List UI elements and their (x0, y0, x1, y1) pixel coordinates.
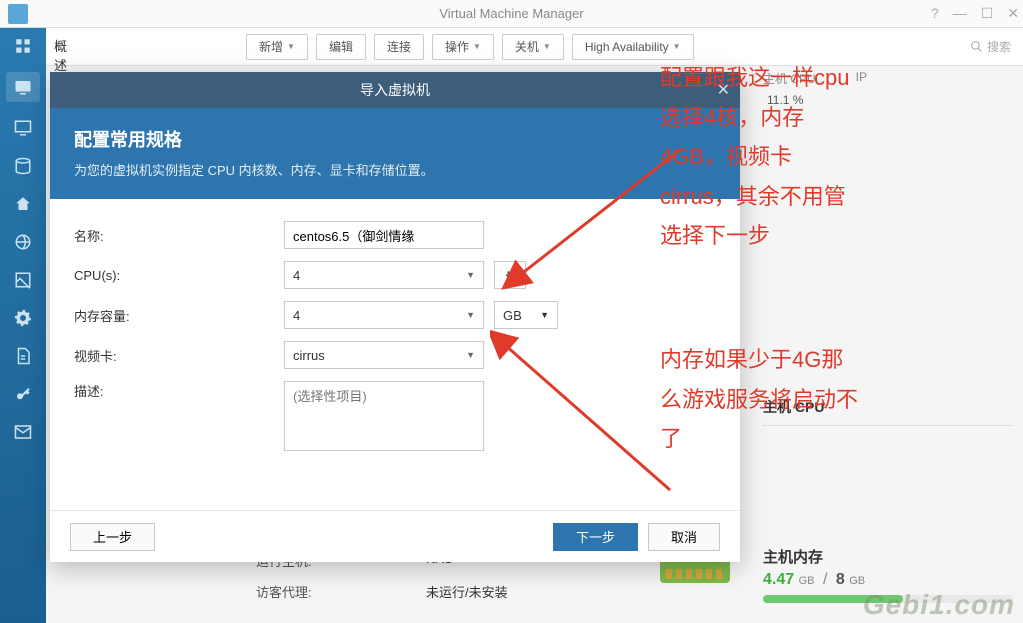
cpu-settings-button[interactable] (494, 261, 526, 289)
guest-agent-label: 访客代理: (256, 582, 426, 601)
divider (763, 425, 1013, 426)
cpu-select[interactable]: 4▼ (284, 261, 484, 289)
search-icon (970, 40, 983, 53)
cpu-percent: 11.1 % (767, 93, 1013, 107)
sidebar-network-icon[interactable] (11, 230, 35, 254)
memory-unit-select[interactable]: GB▼ (494, 301, 558, 329)
minimize-button[interactable]: — (953, 5, 967, 22)
right-info-pane: 主机 CPU IP 11.1 % 主机 CPU 主机内存 4.47 GB / 8… (763, 70, 1013, 603)
new-button[interactable]: 新增▼ (246, 34, 308, 60)
sidebar-vm-icon[interactable] (6, 72, 40, 102)
sidebar-storage-icon[interactable] (11, 154, 35, 178)
name-label: 名称: (74, 226, 284, 245)
memory-select[interactable]: 4▼ (284, 301, 484, 329)
memory-label: 内存容量: (74, 306, 284, 325)
dialog-subheading: 为您的虚拟机实例指定 CPU 内核数、内存、显卡和存储位置。 (74, 160, 716, 179)
watermark: Gebi1.com (863, 589, 1015, 621)
help-button[interactable]: ? (931, 5, 939, 22)
video-select[interactable]: cirrus▼ (284, 341, 484, 369)
shutdown-button[interactable]: 关机▼ (502, 34, 564, 60)
next-button[interactable]: 下一步 (553, 523, 638, 551)
sidebar-key-icon[interactable] (11, 382, 35, 406)
sidebar-log-icon[interactable] (11, 344, 35, 368)
gear-icon (503, 268, 518, 283)
host-memory-label: 主机内存 (763, 546, 1013, 567)
connect-button[interactable]: 连接 (374, 34, 424, 60)
app-icon (8, 4, 28, 24)
prev-button[interactable]: 上一步 (70, 523, 155, 551)
action-button[interactable]: 操作▼ (432, 34, 494, 60)
close-button[interactable]: ✕ (1007, 5, 1019, 22)
guest-agent-value: 未运行/未安装 (426, 582, 508, 601)
window-titlebar: Virtual Machine Manager ? — ☐ ✕ (0, 0, 1023, 28)
ha-button[interactable]: High Availability▼ (572, 34, 694, 60)
sidebar-monitor-icon[interactable] (11, 116, 35, 140)
host-memory-value: 4.47 GB / 8 GB (763, 571, 1013, 589)
sidebar-home-icon[interactable] (11, 192, 35, 216)
dialog-heading: 配置常用规格 (74, 126, 716, 152)
search-placeholder: 搜索 (987, 38, 1011, 55)
name-input[interactable] (284, 221, 484, 249)
section-host-cpu: 主机 CPU (763, 397, 1013, 417)
sidebar-image-icon[interactable] (11, 268, 35, 292)
desc-label: 描述: (74, 381, 284, 400)
dialog-header: 配置常用规格 为您的虚拟机实例指定 CPU 内核数、内存、显卡和存储位置。 (50, 108, 740, 199)
video-label: 视频卡: (74, 346, 284, 365)
cancel-button[interactable]: 取消 (648, 523, 720, 551)
dialog-titlebar: 导入虚拟机 ✕ (50, 72, 740, 108)
import-vm-dialog: 导入虚拟机 ✕ 配置常用规格 为您的虚拟机实例指定 CPU 内核数、内存、显卡和… (50, 72, 740, 562)
desc-textarea[interactable] (284, 381, 484, 451)
dialog-title: 导入虚拟机 (360, 80, 430, 100)
tab-overview[interactable]: 概述 (54, 36, 67, 74)
left-sidebar: 概述 (0, 28, 46, 623)
window-title: Virtual Machine Manager (439, 6, 583, 21)
dialog-close-icon[interactable]: ✕ (717, 80, 730, 100)
sidebar-dashboard-icon[interactable] (11, 34, 35, 58)
maximize-button[interactable]: ☐ (981, 5, 994, 22)
sidebar-settings-icon[interactable] (11, 306, 35, 330)
edit-button[interactable]: 编辑 (316, 34, 366, 60)
search-box[interactable]: 搜索 (970, 38, 1011, 55)
col-host-cpu: 主机 CPU (763, 70, 816, 87)
cpu-label: CPU(s): (74, 268, 284, 283)
main-toolbar: 新增▼ 编辑 连接 操作▼ 关机▼ High Availability▼ 搜索 (0, 28, 1023, 66)
col-ip: IP (856, 70, 867, 87)
sidebar-mail-icon[interactable] (11, 420, 35, 444)
dialog-footer: 上一步 下一步 取消 (50, 510, 740, 562)
